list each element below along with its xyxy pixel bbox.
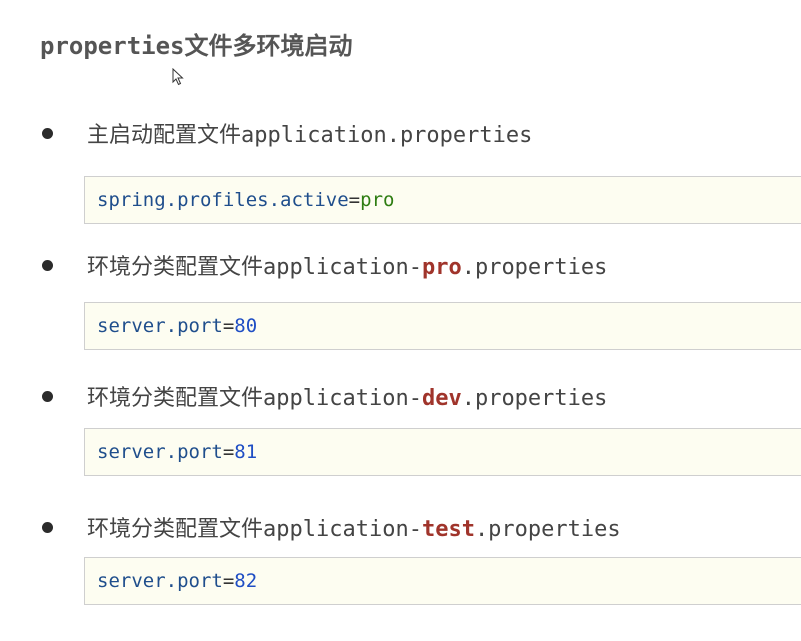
code-operator: = xyxy=(222,315,235,337)
code-block: spring.profiles.active = pro xyxy=(84,176,801,224)
bullet-dot-icon xyxy=(42,127,53,139)
code-block: server.port = 82 xyxy=(84,557,801,605)
list-item: 环境分类配置文件application-test.properties xyxy=(40,512,621,542)
list-item-text: 环境分类配置文件application-test.properties xyxy=(87,511,621,543)
code-operator: = xyxy=(222,441,235,463)
list-item-suffix: .properties xyxy=(461,386,608,411)
code-operator: = xyxy=(222,570,235,592)
list-item-highlight: dev xyxy=(421,386,462,411)
mouse-pointer-icon xyxy=(172,68,184,86)
list-item-prefix: 环境分类配置文件application- xyxy=(87,517,422,542)
bullet-dot-icon xyxy=(42,259,53,271)
code-value: pro xyxy=(360,189,395,211)
list-item-text: 环境分类配置文件application-pro.properties xyxy=(87,249,607,281)
code-value: 82 xyxy=(234,570,258,592)
code-value: 80 xyxy=(234,315,258,337)
list-item-prefix: 环境分类配置文件application- xyxy=(87,386,422,411)
page-title: properties文件多环境启动 xyxy=(40,32,353,60)
bullet-dot-icon xyxy=(42,390,53,402)
list-item: 环境分类配置文件application-pro.properties xyxy=(40,250,607,280)
code-block: server.port = 80 xyxy=(84,302,801,350)
list-item-suffix: .properties xyxy=(461,255,608,280)
code-key: spring.profiles.active xyxy=(97,189,349,211)
list-item-prefix: 环境分类配置文件application- xyxy=(87,255,422,280)
list-item-highlight: pro xyxy=(421,255,462,280)
code-block: server.port = 81 xyxy=(84,428,801,476)
list-item-text: 环境分类配置文件application-dev.properties xyxy=(87,380,607,412)
list-item-suffix: .properties xyxy=(474,517,621,542)
list-item: 主启动配置文件application.properties xyxy=(40,118,532,148)
code-key: server.port xyxy=(97,315,223,337)
list-item: 环境分类配置文件application-dev.properties xyxy=(40,381,607,411)
list-item-highlight: test xyxy=(421,517,475,542)
list-item-prefix: 主启动配置文件application.properties xyxy=(87,123,533,148)
code-value: 81 xyxy=(234,441,258,463)
code-key: server.port xyxy=(97,570,223,592)
bullet-dot-icon xyxy=(42,521,53,533)
list-item-text: 主启动配置文件application.properties xyxy=(87,117,532,149)
code-operator: = xyxy=(348,189,361,211)
code-key: server.port xyxy=(97,441,223,463)
